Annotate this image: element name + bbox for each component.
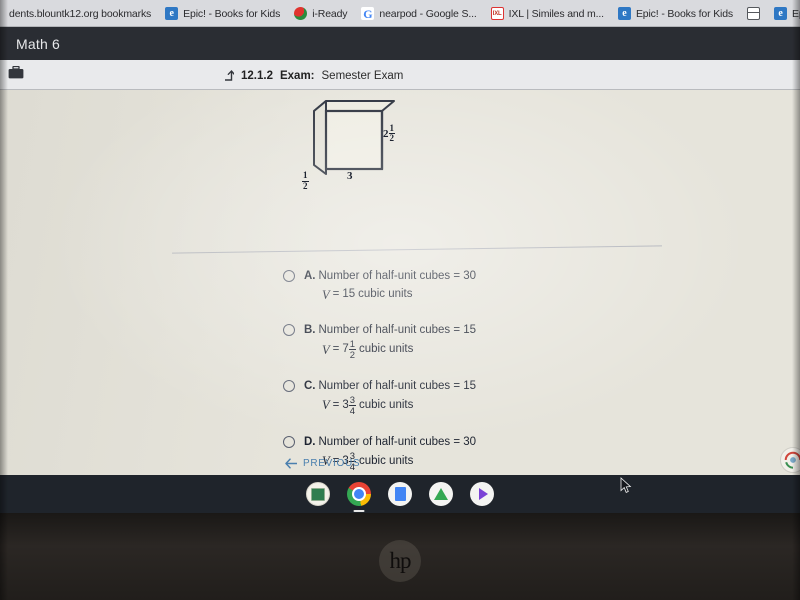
prism-depth-label: 1 2 [302, 166, 309, 191]
hp-brand-logo: hp [379, 539, 421, 582]
answer-choices-list: A. Number of half-unit cubes = 30 V = 15 … [283, 268, 613, 490]
answer-choice-b[interactable]: B. Number of half-unit cubes = 15 V = 7 1… [283, 322, 613, 360]
choice-c-units: cubic units [359, 399, 414, 412]
launcher-icon[interactable] [306, 482, 330, 506]
volume-symbol: V [322, 398, 330, 413]
bookmark-epic-1[interactable]: Epic! - Books for Kids [158, 5, 287, 22]
depth-denominator: 2 [303, 180, 308, 191]
chromeos-shelf [0, 475, 800, 513]
choice-a-line2: V = 15 cubic units [322, 286, 476, 304]
exam-breadcrumb: 12.1.2 Exam: Semester Exam [222, 66, 403, 82]
choice-d-text: Number of half-unit cubes = 30 [318, 435, 477, 448]
answer-choice-b-body: B. Number of half-unit cubes = 15 V = 7 1… [304, 322, 476, 360]
choice-b-value: 7 1 2 [342, 339, 357, 361]
answer-choice-c[interactable]: C. Number of half-unit cubes = 15 V = 3 3… [283, 378, 613, 416]
browser-bookmarks-bar: dents.blountk12.org bookmarks Epic! - Bo… [0, 0, 800, 27]
choice-c-line2: V = 3 3 4 cubic units [322, 395, 476, 415]
bookmark-nearpod[interactable]: nearpod - Google S... [354, 5, 483, 22]
choice-c-text: Number of half-unit cubes = 15 [318, 379, 477, 392]
bookmark-folder-blountk12[interactable]: dents.blountk12.org bookmarks [2, 6, 158, 22]
choice-d-units: cubic units [359, 455, 414, 468]
choice-c-denominator: 4 [349, 405, 356, 417]
epic-icon [165, 7, 179, 20]
bookmark-iready[interactable]: i-Ready [287, 5, 354, 22]
exam-number: 12.1.2 [241, 70, 273, 82]
choice-b-line2: V = 7 1 2 cubic units [322, 339, 476, 359]
previous-button[interactable]: PREVIOUS [285, 458, 360, 469]
mouse-pointer-icon [620, 477, 632, 494]
laptop-bezel: hp [0, 513, 800, 600]
bookmark-label: i-Ready [312, 7, 348, 20]
exam-title: Semester Exam [321, 70, 404, 82]
choice-b-units: cubic units [359, 343, 414, 356]
bookmark-label: Epic! - Books for Kids [183, 7, 281, 20]
prism-height-label: 2 1 2 [383, 123, 396, 144]
choice-b-line1: B. Number of half-unit cubes = 15 [304, 322, 476, 339]
previous-label: PREVIOUS [303, 458, 361, 469]
radio-button-b[interactable] [283, 323, 295, 336]
google-icon [361, 7, 375, 20]
bookmark-label: Epic! - Books for Kids [792, 7, 800, 20]
radio-button-d[interactable] [283, 435, 295, 448]
choice-b-letter: B. [304, 323, 316, 336]
google-drive-icon[interactable] [429, 482, 453, 506]
equals-sign: = [332, 288, 340, 301]
up-arrow-icon[interactable] [222, 68, 235, 81]
choice-c-value: 3 3 4 [342, 395, 357, 417]
page-title: Math 6 [16, 35, 60, 52]
choice-a-line1: A. Number of half-unit cubes = 30 [304, 268, 476, 285]
section-divider [172, 245, 662, 254]
radio-button-a[interactable] [283, 270, 295, 282]
choice-a-text: Number of half-unit cubes = 30 [318, 270, 477, 282]
radio-button-c[interactable] [283, 379, 295, 392]
choice-c-letter: C. [304, 379, 316, 392]
choice-d-letter: D. [304, 435, 316, 448]
height-denominator: 2 [389, 133, 395, 144]
left-arrow-icon [285, 458, 298, 469]
app-title-bar: Math 6 [0, 27, 800, 60]
active-window-indicator [353, 510, 365, 512]
prism-width-label: 3 [347, 170, 353, 182]
choice-b-text: Number of half-unit cubes = 15 [318, 323, 477, 336]
ixl-icon [490, 7, 504, 20]
exam-header-bar: 12.1.2 Exam: Semester Exam [0, 60, 800, 90]
laptop-photo: dents.blountk12.org bookmarks Epic! - Bo… [0, 0, 800, 600]
iready-icon [294, 7, 308, 20]
choice-a-letter: A. [304, 270, 316, 282]
grid-icon [747, 7, 761, 20]
answer-choice-a-body: A. Number of half-unit cubes = 30 V = 15 … [304, 268, 476, 304]
choice-a-units: cubic units [358, 288, 413, 301]
bookmark-ixl[interactable]: IXL | Similes and m... [484, 5, 611, 22]
equals-sign: = [332, 343, 340, 356]
answer-choice-c-body: C. Number of half-unit cubes = 15 V = 3 3… [304, 378, 476, 416]
volume-symbol: V [322, 287, 330, 302]
volume-symbol: V [322, 342, 330, 357]
bookmark-label: nearpod - Google S... [379, 7, 477, 20]
play-store-icon[interactable] [470, 482, 494, 506]
briefcase-icon [8, 65, 24, 79]
choice-d-line1: D. Number of half-unit cubes = 30 [304, 434, 476, 451]
bookmark-label: dents.blountk12.org bookmarks [9, 7, 152, 20]
answer-choice-a[interactable]: A. Number of half-unit cubes = 30 V = 15 … [283, 268, 613, 304]
epic-icon [617, 7, 631, 20]
equals-sign: = [332, 399, 340, 412]
google-docs-icon[interactable] [388, 482, 412, 506]
epic-icon [774, 7, 788, 20]
exam-question-page: 1 2 3 2 1 2 A. Number of half-unit cubes… [0, 90, 800, 493]
exam-label: Exam: [279, 70, 315, 82]
choice-c-line1: C. Number of half-unit cubes = 15 [304, 378, 476, 395]
bookmark-label: Epic! - Books for Kids [635, 7, 734, 20]
rectangular-prism-diagram: 1 2 3 2 1 2 [296, 98, 426, 193]
prism-svg [313, 100, 395, 175]
bookmark-epic-3[interactable]: Epic! - Books for Kids [767, 5, 800, 22]
choice-b-denominator: 2 [349, 349, 356, 361]
bookmark-label: IXL | Similes and m... [508, 7, 604, 20]
choice-a-value: 15 [342, 288, 356, 301]
bookmark-grid[interactable] [740, 5, 767, 22]
bookmark-epic-2[interactable]: Epic! - Books for Kids [611, 5, 740, 22]
chrome-icon[interactable] [347, 482, 371, 512]
help-bubble-icon[interactable] [780, 447, 800, 473]
